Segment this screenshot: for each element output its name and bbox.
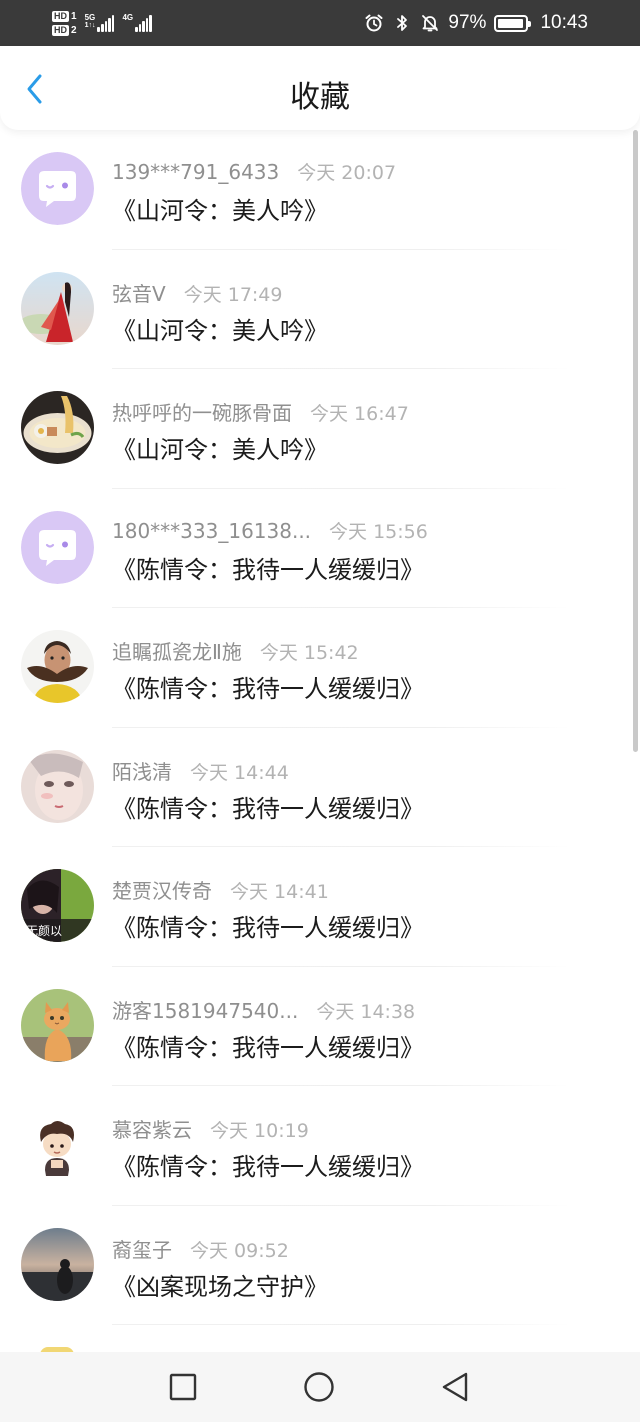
triangle-back-icon — [442, 1372, 468, 1402]
user-avatar[interactable] — [21, 988, 94, 1062]
item-meta: 追瞩孤瓷龙Ⅱ施 今天 15:42 — [112, 636, 359, 665]
item-meta: 陌浅清 今天 14:44 — [112, 756, 289, 785]
hd1-indicator: HD 1 — [52, 10, 77, 22]
page-title: 收藏 — [290, 80, 350, 115]
user-name[interactable]: 139***791_6433 — [112, 160, 279, 184]
list-item[interactable]: 慕容紫云 今天 10:19 《陈情令：我待一人缓缓归》 — [0, 1086, 640, 1206]
list-item[interactable]: 热呼呼的一碗豚骨面 今天 16:47 《山河令：美人吟》 — [0, 369, 640, 489]
timestamp: 今天 10:19 — [210, 1120, 309, 1142]
user-avatar[interactable] — [21, 630, 94, 703]
work-title[interactable]: 《山河令：美人吟》 — [112, 311, 328, 346]
item-meta: 热呼呼的一碗豚骨面 今天 16:47 — [112, 397, 409, 426]
signal-4g-icon: 4G — [122, 13, 153, 32]
status-bar: HD 1 HD 2 5G 1↑↓ 4G 97% 10:43 — [0, 0, 640, 46]
divider — [112, 1324, 570, 1325]
item-meta: 游客1581947540... 今天 14:38 — [112, 995, 415, 1024]
user-name[interactable]: 180***333_16138... — [112, 519, 311, 543]
work-title[interactable]: 《陈情令：我待一人缓缓归》 — [112, 908, 424, 943]
default-avatar-icon[interactable] — [21, 152, 94, 225]
timestamp: 今天 14:38 — [316, 1000, 416, 1023]
user-name[interactable]: 热呼呼的一碗豚骨面 — [112, 397, 292, 426]
user-avatar[interactable] — [21, 749, 94, 823]
item-meta: 楚贾汉传奇 今天 14:41 — [112, 875, 329, 904]
square-recents-icon — [169, 1373, 197, 1401]
list-item[interactable]: 陌浅清 今天 14:44 《陈情令：我待一人缓缓归》 — [0, 728, 640, 847]
circle-home-icon — [304, 1372, 334, 1402]
scrollbar[interactable] — [633, 130, 638, 752]
user-avatar[interactable] — [21, 391, 94, 464]
work-title[interactable]: 《陈情令：我待一人缓缓归》 — [112, 789, 424, 824]
user-avatar[interactable] — [21, 1227, 94, 1301]
network-traffic-label: 1↑↓ — [84, 22, 96, 29]
user-avatar[interactable] — [21, 271, 94, 345]
item-meta: 180***333_16138... 今天 15:56 — [112, 517, 428, 544]
item-meta: 弦音V 今天 17:49 — [112, 278, 282, 307]
user-name[interactable]: 慕容紫云 — [112, 1114, 192, 1143]
hd1-label: HD — [52, 10, 69, 22]
recents-button[interactable] — [166, 1370, 200, 1404]
item-meta: 慕容紫云 今天 10:19 — [112, 1114, 309, 1143]
default-avatar-icon[interactable] — [21, 510, 94, 584]
work-title[interactable]: 《凶案现场之守护》 — [112, 1267, 328, 1302]
hd-indicators: HD 1 HD 2 — [52, 10, 77, 36]
work-title[interactable]: 《陈情令：我待一人缓缓归》 — [112, 550, 424, 585]
user-name[interactable]: 楚贾汉传奇 — [112, 875, 212, 904]
home-button[interactable] — [302, 1370, 336, 1404]
battery-icon — [494, 14, 532, 32]
timestamp: 今天 09:52 — [190, 1239, 289, 1262]
timestamp: 今天 17:49 — [183, 283, 283, 306]
favorites-list: 139***791_6433 今天 20:07 《山河令：美人吟》 弦音V 今天… — [0, 130, 640, 1325]
avatar-caption: 无颜以 — [26, 923, 62, 938]
list-item[interactable]: 无颜以 楚贾汉传奇 今天 14:41 《陈情令：我待一人缓缓归》 — [0, 847, 640, 967]
network-4g-label: 4G — [122, 13, 134, 22]
hd2-indicator: HD 2 — [52, 24, 77, 36]
user-avatar[interactable]: 无颜以 — [21, 869, 94, 942]
timestamp: 今天 20:07 — [297, 162, 397, 184]
timestamp: 今天 14:41 — [230, 881, 329, 903]
work-title[interactable]: 《山河令：美人吟》 — [112, 191, 328, 226]
hd2-label: HD — [52, 24, 69, 36]
back-nav-button[interactable] — [438, 1370, 472, 1404]
list-item[interactable]: 180***333_16138... 今天 15:56 《陈情令：我待一人缓缓归… — [0, 489, 640, 608]
item-meta: 裔玺子 今天 09:52 — [112, 1234, 289, 1263]
work-title[interactable]: 《陈情令：我待一人缓缓归》 — [112, 1147, 424, 1182]
timestamp: 今天 16:47 — [310, 403, 409, 425]
list-item[interactable]: 游客1581947540... 今天 14:38 《陈情令：我待一人缓缓归》 — [0, 967, 640, 1086]
status-left: HD 1 HD 2 5G 1↑↓ 4G — [52, 6, 153, 40]
user-name[interactable]: 弦音V — [112, 278, 166, 307]
battery-percent: 97% — [448, 12, 487, 33]
mute-icon — [422, 15, 439, 32]
timestamp: 今天 15:56 — [329, 520, 428, 543]
list-item[interactable]: 裔玺子 今天 09:52 《凶案现场之守护》 — [0, 1206, 640, 1325]
user-name[interactable]: 陌浅清 — [112, 756, 172, 785]
alarm-icon — [365, 14, 383, 32]
navigation-bar — [0, 1352, 640, 1422]
item-meta: 139***791_6433 今天 20:07 — [112, 158, 396, 185]
signal-5g-icon: 5G 1↑↓ — [85, 14, 115, 32]
user-name[interactable]: 游客1581947540... — [112, 995, 298, 1024]
status-right: 97% 10:43 — [364, 0, 588, 46]
user-name[interactable]: 裔玺子 — [112, 1234, 172, 1263]
bluetooth-icon — [397, 15, 408, 31]
user-avatar[interactable] — [21, 1108, 94, 1181]
timestamp: 今天 14:44 — [190, 761, 289, 784]
status-time: 10:43 — [540, 12, 588, 33]
hd2-number: 2 — [71, 24, 77, 36]
hd1-number: 1 — [71, 10, 77, 22]
app-header: 收藏 — [0, 46, 640, 130]
list-item[interactable]: 追瞩孤瓷龙Ⅱ施 今天 15:42 《陈情令：我待一人缓缓归》 — [0, 608, 640, 728]
work-title[interactable]: 《陈情令：我待一人缓缓归》 — [112, 669, 424, 704]
user-name[interactable]: 追瞩孤瓷龙Ⅱ施 — [112, 636, 242, 665]
work-title[interactable]: 《陈情令：我待一人缓缓归》 — [112, 1028, 424, 1063]
list-item[interactable]: 弦音V 今天 17:49 《山河令：美人吟》 — [0, 250, 640, 369]
list-item[interactable]: 139***791_6433 今天 20:07 《山河令：美人吟》 — [0, 130, 640, 250]
timestamp: 今天 15:42 — [259, 642, 359, 664]
work-title[interactable]: 《山河令：美人吟》 — [112, 430, 328, 465]
network-5g-label: 5G — [84, 13, 96, 22]
